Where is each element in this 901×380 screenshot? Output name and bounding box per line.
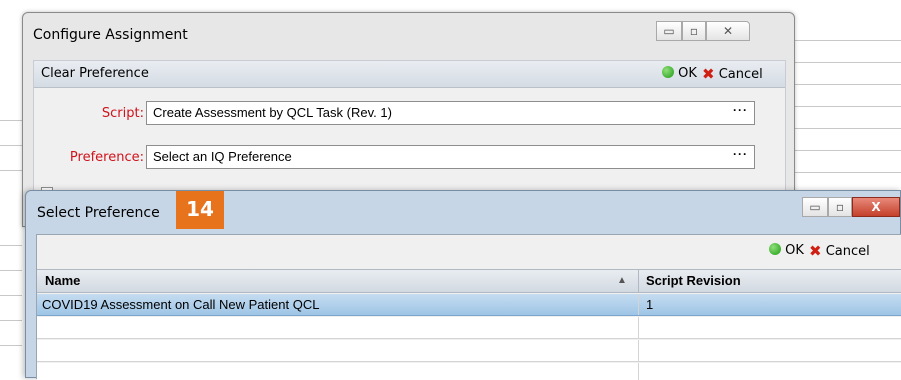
preference-browse-button[interactable]: ···: [733, 147, 748, 161]
minimize-button[interactable]: ▭: [802, 197, 828, 217]
close-button[interactable]: X: [852, 197, 900, 217]
table-row[interactable]: [37, 317, 901, 339]
ok-button[interactable]: OK: [769, 243, 804, 258]
panel-header: Clear Preference OK ✖ Cancel: [34, 61, 785, 88]
row-revision: 1: [646, 297, 654, 312]
cancel-button[interactable]: ✖ Cancel: [702, 65, 763, 83]
column-header-name[interactable]: Name: [45, 273, 80, 288]
script-browse-button[interactable]: ···: [733, 103, 748, 117]
ok-label: OK: [785, 243, 804, 258]
cancel-x-icon: ✖: [809, 242, 822, 260]
window-title: Select Preference: [37, 205, 160, 221]
preference-field[interactable]: Select an IQ Preference ···: [146, 145, 755, 169]
ok-icon: [662, 66, 674, 78]
row-name: COVID19 Assessment on Call New Patient Q…: [42, 297, 320, 312]
cancel-x-icon: ✖: [702, 65, 715, 83]
cancel-label: Cancel: [718, 67, 763, 82]
script-field[interactable]: Create Assessment by QCL Task (Rev. 1) ·…: [146, 101, 755, 125]
script-value: Create Assessment by QCL Task (Rev. 1): [153, 105, 392, 120]
table-row[interactable]: [37, 340, 901, 362]
step-badge: 14: [176, 191, 224, 229]
minimize-button[interactable]: ▭: [656, 21, 682, 41]
maximize-button[interactable]: ▫: [828, 197, 852, 217]
select-preference-window: Select Preference 14 ▭ ▫ X OK ✖ Cancel N…: [25, 190, 901, 380]
preference-label: Preference:: [69, 150, 144, 165]
table-row[interactable]: [37, 363, 901, 380]
maximize-button[interactable]: ▫: [682, 21, 706, 41]
sort-ascending-icon: ▲: [617, 275, 627, 286]
table-header: Name ▲ Script Revision: [37, 269, 901, 293]
column-header-script-revision[interactable]: Script Revision: [646, 273, 741, 288]
ok-button[interactable]: OK: [662, 66, 697, 81]
window-controls: ▭ ▫ X: [802, 197, 901, 219]
table-row[interactable]: COVID19 Assessment on Call New Patient Q…: [37, 294, 901, 316]
ok-label: OK: [678, 66, 697, 81]
ok-icon: [769, 243, 781, 255]
script-label: Script:: [101, 106, 144, 121]
cancel-button[interactable]: ✖ Cancel: [809, 242, 870, 260]
close-button[interactable]: ✕: [706, 21, 750, 41]
select-preference-body: OK ✖ Cancel Name ▲ Script Revision COVID…: [36, 234, 901, 380]
window-title: Configure Assignment: [33, 27, 188, 43]
cancel-label: Cancel: [825, 244, 870, 259]
panel-title: Clear Preference: [41, 66, 149, 81]
window-controls: ▭ ▫ ✕: [656, 21, 756, 43]
preference-value: Select an IQ Preference: [153, 149, 292, 164]
